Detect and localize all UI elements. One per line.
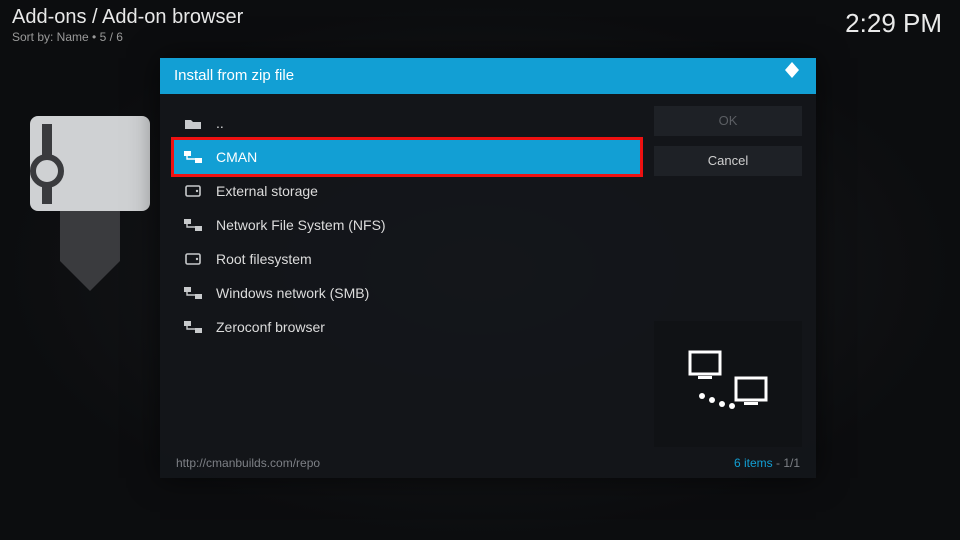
cancel-button[interactable]: Cancel: [654, 146, 802, 176]
net-icon: [184, 286, 202, 300]
net-icon: [184, 320, 202, 334]
file-row-2[interactable]: External storage: [174, 174, 640, 208]
file-row-label: External storage: [216, 183, 318, 199]
file-row-label: ..: [216, 115, 224, 131]
folder-up-icon: [184, 116, 202, 130]
ok-button[interactable]: OK: [654, 106, 802, 136]
file-row-label: Zeroconf browser: [216, 319, 325, 335]
file-row-0[interactable]: ..: [174, 106, 640, 140]
sort-line: Sort by: Name • 5 / 6: [12, 30, 243, 44]
zip-background-icon: [20, 116, 160, 296]
file-row-label: Root filesystem: [216, 251, 312, 267]
file-list[interactable]: .. CMAN External storage Network File Syste…: [174, 106, 640, 447]
net-icon: [184, 218, 202, 232]
dialog-side-column: OK Cancel: [654, 106, 802, 447]
breadcrumb: Add-ons / Add-on browser: [12, 6, 243, 29]
kodi-logo-icon: [782, 58, 802, 94]
file-row-label: CMAN: [216, 149, 257, 165]
install-zip-dialog: Install from zip file .. CMAN External sto…: [160, 58, 816, 478]
file-row-6[interactable]: Zeroconf browser: [174, 310, 640, 344]
file-row-label: Network File System (NFS): [216, 217, 386, 233]
drive-icon: [184, 184, 202, 198]
dialog-footer: http://cmanbuilds.com/repo 6 items - 1/1: [160, 451, 816, 478]
drive-icon: [184, 252, 202, 266]
net-icon: [184, 150, 202, 164]
footer-path: http://cmanbuilds.com/repo: [176, 456, 320, 470]
file-row-3[interactable]: Network File System (NFS): [174, 208, 640, 242]
clock: 2:29 PM: [845, 8, 942, 39]
file-row-1[interactable]: CMAN: [174, 140, 640, 174]
source-thumbnail: [654, 321, 802, 447]
file-row-4[interactable]: Root filesystem: [174, 242, 640, 276]
file-row-5[interactable]: Windows network (SMB): [174, 276, 640, 310]
footer-count: 6 items - 1/1: [734, 456, 800, 470]
file-row-label: Windows network (SMB): [216, 285, 369, 301]
network-share-icon: [684, 348, 772, 420]
header-left: Add-ons / Add-on browser Sort by: Name •…: [12, 6, 243, 44]
dialog-title: Install from zip file: [174, 58, 294, 94]
dialog-titlebar: Install from zip file: [160, 58, 816, 94]
